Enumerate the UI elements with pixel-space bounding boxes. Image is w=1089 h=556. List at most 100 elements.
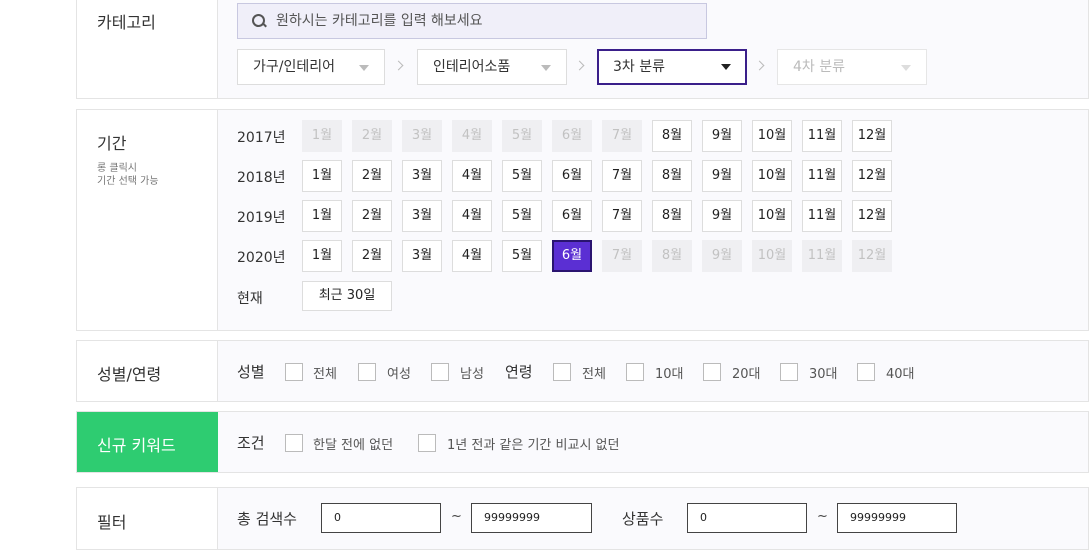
category-select-2[interactable]: 인테리어소품 — [417, 49, 567, 85]
product-count-max-input[interactable]: 99999999 — [837, 503, 957, 533]
category-select-3-label: 3차 분류 — [613, 59, 665, 75]
condition-month-checkbox[interactable] — [285, 434, 303, 452]
gender-all-label: 전체 — [313, 367, 337, 382]
category-search-input[interactable] — [276, 13, 676, 29]
month-button[interactable]: 5월 — [502, 200, 542, 232]
month-button: 3월 — [402, 120, 442, 152]
month-button: 11월 — [802, 240, 842, 272]
month-button: 5월 — [502, 120, 542, 152]
month-button[interactable]: 3월 — [402, 240, 442, 272]
month-button[interactable]: 12월 — [852, 160, 892, 192]
year-label: 2017년 — [237, 130, 286, 146]
period-hint-line-1: 롱 클릭시 — [97, 163, 137, 174]
range-tilde: ~ — [451, 509, 462, 524]
recent-30-days-button[interactable]: 최근 30일 — [302, 281, 392, 311]
month-button[interactable]: 3월 — [402, 200, 442, 232]
month-button[interactable]: 3월 — [402, 160, 442, 192]
age-all-checkbox[interactable] — [553, 363, 571, 381]
gender-label: 성별 — [237, 363, 265, 381]
period-hint: 롱 클릭시 기간 선택 가능 — [97, 162, 159, 188]
month-button[interactable]: 2월 — [352, 240, 392, 272]
age-40s-label: 40대 — [886, 367, 915, 382]
category-select-1-label: 가구/인테리어 — [253, 59, 335, 75]
month-button: 2월 — [352, 120, 392, 152]
age-10s-checkbox[interactable] — [626, 363, 644, 381]
month-button[interactable]: 7월 — [602, 160, 642, 192]
month-button[interactable]: 9월 — [702, 200, 742, 232]
month-button[interactable]: 12월 — [852, 200, 892, 232]
new-keyword-label-cell: 신규 키워드 — [77, 412, 218, 472]
month-button: 1월 — [302, 120, 342, 152]
month-button[interactable]: 8월 — [652, 200, 692, 232]
month-button[interactable]: 4월 — [452, 240, 492, 272]
age-10s-label: 10대 — [655, 367, 684, 382]
gender-all-checkbox[interactable] — [285, 363, 303, 381]
new-keyword-title: 신규 키워드 — [97, 436, 176, 455]
month-button[interactable]: 9월 — [702, 160, 742, 192]
category-select-4-label: 4차 분류 — [793, 59, 845, 75]
month-button[interactable]: 7월 — [602, 200, 642, 232]
month-button[interactable]: 5월 — [502, 160, 542, 192]
age-label: 연령 — [505, 363, 533, 381]
month-button[interactable]: 9월 — [702, 120, 742, 152]
period-title: 기간 — [97, 134, 127, 153]
month-button[interactable]: 5월 — [502, 240, 542, 272]
product-count-min-input[interactable]: 0 — [687, 503, 807, 533]
category-label-cell: 카테고리 — [77, 0, 218, 98]
total-search-max-input[interactable]: 99999999 — [471, 503, 592, 533]
condition-year-checkbox[interactable] — [418, 434, 436, 452]
caret-down-icon — [901, 65, 911, 71]
caret-down-icon — [359, 65, 369, 71]
month-button[interactable]: 11월 — [802, 200, 842, 232]
year-label: 2019년 — [237, 210, 286, 226]
year-label: 2020년 — [237, 250, 286, 266]
category-search-box[interactable] — [237, 3, 707, 39]
month-button: 6월 — [552, 120, 592, 152]
month-button[interactable]: 12월 — [852, 120, 892, 152]
month-button[interactable]: 6월 — [552, 200, 592, 232]
month-button[interactable]: 8월 — [652, 160, 692, 192]
month-button[interactable]: 11월 — [802, 160, 842, 192]
age-all-label: 전체 — [582, 367, 606, 382]
age-40s-checkbox[interactable] — [857, 363, 875, 381]
month-button[interactable]: 8월 — [652, 120, 692, 152]
gender-male-checkbox[interactable] — [431, 363, 449, 381]
gender-male-label: 남성 — [460, 367, 484, 382]
month-button[interactable]: 11월 — [802, 120, 842, 152]
gender-female-checkbox[interactable] — [358, 363, 376, 381]
month-button[interactable]: 6월 — [552, 240, 592, 272]
month-button: 12월 — [852, 240, 892, 272]
month-button[interactable]: 4월 — [452, 160, 492, 192]
total-search-min-input[interactable]: 0 — [321, 503, 441, 533]
month-button[interactable]: 1월 — [302, 240, 342, 272]
month-button[interactable]: 1월 — [302, 160, 342, 192]
month-button[interactable]: 2월 — [352, 200, 392, 232]
current-label: 현재 — [237, 291, 263, 307]
filter-title: 필터 — [97, 513, 127, 532]
range-tilde: ~ — [817, 509, 828, 524]
month-button: 7월 — [602, 120, 642, 152]
caret-down-icon — [541, 65, 551, 71]
age-20s-checkbox[interactable] — [703, 363, 721, 381]
category-select-2-label: 인테리어소품 — [433, 59, 511, 75]
year-label: 2018년 — [237, 170, 286, 186]
condition-month-label: 한달 전에 없던 — [313, 438, 394, 453]
period-label-cell: 기간 롱 클릭시 기간 선택 가능 — [77, 110, 218, 330]
age-30s-checkbox[interactable] — [780, 363, 798, 381]
month-button[interactable]: 10월 — [752, 160, 792, 192]
month-button[interactable]: 6월 — [552, 160, 592, 192]
month-button: 7월 — [602, 240, 642, 272]
month-button[interactable]: 10월 — [752, 120, 792, 152]
period-hint-line-2: 기간 선택 가능 — [97, 176, 159, 187]
category-select-4: 4차 분류 — [777, 49, 927, 85]
category-select-3[interactable]: 3차 분류 — [597, 49, 747, 85]
demographics-title: 성별/연령 — [97, 365, 162, 384]
gender-female-label: 여성 — [387, 367, 411, 382]
month-button[interactable]: 1월 — [302, 200, 342, 232]
caret-down-icon — [721, 64, 731, 70]
month-button[interactable]: 2월 — [352, 160, 392, 192]
month-button: 8월 — [652, 240, 692, 272]
category-select-1[interactable]: 가구/인테리어 — [237, 49, 385, 85]
month-button[interactable]: 10월 — [752, 200, 792, 232]
month-button[interactable]: 4월 — [452, 200, 492, 232]
